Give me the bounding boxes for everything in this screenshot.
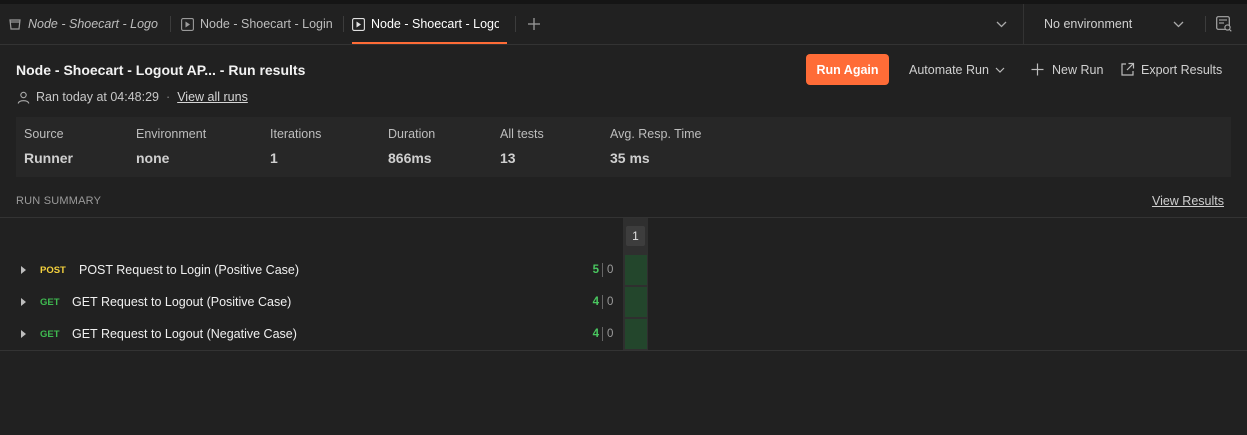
passed-count: 4 [592,296,599,308]
count-divider [602,263,603,277]
stat-value: 13 [500,150,516,166]
count-divider [602,327,603,341]
iteration-result-cell[interactable] [625,255,647,285]
runner-icon [181,17,194,31]
tab-divider [343,16,344,32]
plus-icon [527,17,541,31]
stat-all-tests: All tests 13 [500,127,544,166]
stat-iterations: Iterations 1 [270,127,321,166]
stat-label: Avg. Resp. Time [610,127,702,141]
request-row[interactable]: GET GET Request to Logout (Positive Case… [0,286,660,318]
request-name: POST Request to Login (Positive Case) [79,263,300,277]
method-badge: GET [40,329,60,340]
tab-logout-runner[interactable]: Node - Shoecart - Logout [352,4,507,44]
stat-duration: Duration 866ms [388,127,435,166]
tab-logout-collection[interactable]: Node - Shoecart - Logout [8,4,158,44]
stat-value: none [136,150,170,166]
toolbar-divider [1205,16,1206,32]
run-timestamp: Ran today at 04:48:29 [36,90,160,104]
expand-caret-icon[interactable] [21,266,26,274]
failed-count: 0 [607,264,614,276]
stat-label: Duration [388,127,436,141]
runner-icon [352,17,365,31]
view-all-runs-link[interactable]: View all runs [177,90,248,104]
tab-label: Node - Shoecart - Login [200,17,333,31]
request-row[interactable]: GET GET Request to Logout (Negative Case… [0,318,660,350]
run-meta: Ran today at 04:48:29 · View all runs [17,90,248,104]
stat-label: Environment [136,127,207,141]
meta-separator: · [166,90,171,104]
plus-icon [1031,63,1044,76]
export-icon [1120,62,1135,77]
new-run-button[interactable]: New Run [1031,54,1103,85]
request-row[interactable]: POST POST Request to Login (Positive Cas… [0,254,660,286]
count-divider [602,295,603,309]
method-badge: GET [40,297,60,308]
chevron-down-icon [995,67,1005,73]
request-name: GET Request to Logout (Positive Case) [72,295,292,309]
method-badge: POST [40,265,66,276]
expand-caret-icon[interactable] [21,298,26,306]
iteration-header[interactable]: 1 [626,226,645,246]
environment-select[interactable]: No environment [1023,4,1196,44]
environment-quick-look-icon [1216,16,1232,32]
new-run-label: New Run [1052,62,1104,77]
user-icon [17,91,30,104]
passed-count: 4 [592,328,599,340]
run-summary-heading: RUN SUMMARY [16,195,102,207]
tab-label: Node - Shoecart - Logout [28,17,158,31]
environment-select-value: No environment [1044,17,1133,31]
request-name: GET Request to Logout (Negative Case) [72,327,297,341]
collection-icon [8,17,22,31]
stat-value: 866ms [388,150,432,166]
tab-label: Node - Shoecart - Logout [371,17,499,31]
view-results-link[interactable]: View Results [1152,194,1224,208]
failed-count: 0 [607,296,614,308]
run-again-button[interactable]: Run Again [806,54,889,85]
summary-bottom-divider [0,350,1247,351]
expand-caret-icon[interactable] [21,330,26,338]
environment-quick-look-button[interactable] [1216,16,1232,32]
stat-label: All tests [500,127,544,141]
export-results-label: Export Results [1141,62,1223,77]
new-tab-button[interactable] [527,4,545,44]
stat-source: Source Runner [24,127,73,166]
automate-run-label: Automate Run [909,62,989,77]
failed-count: 0 [607,328,614,340]
tabs-overflow-button[interactable] [996,4,1010,44]
stat-avg-resp-time: Avg. Resp. Time 35 ms [610,127,701,166]
stat-value: 35 ms [610,150,650,166]
stat-value: Runner [24,150,73,166]
tab-login-runner[interactable]: Node - Shoecart - Login [181,4,341,44]
tab-divider [170,16,171,32]
run-stats-panel: Source Runner Environment none Iteration… [16,117,1231,177]
stat-environment: Environment none [136,127,206,166]
stat-label: Source [24,127,64,141]
iteration-result-cell[interactable] [625,287,647,317]
stat-label: Iterations [270,127,322,141]
chevron-down-icon [1173,21,1184,28]
tab-divider [515,16,516,32]
page-title: Node - Shoecart - Logout AP... - Run res… [16,62,306,78]
automate-run-button[interactable]: Automate Run [909,54,1005,85]
passed-count: 5 [592,264,599,276]
iteration-result-cell[interactable] [625,319,647,349]
export-results-button[interactable]: Export Results [1120,54,1222,85]
chevron-down-icon [996,21,1007,28]
stat-value: 1 [270,150,278,166]
